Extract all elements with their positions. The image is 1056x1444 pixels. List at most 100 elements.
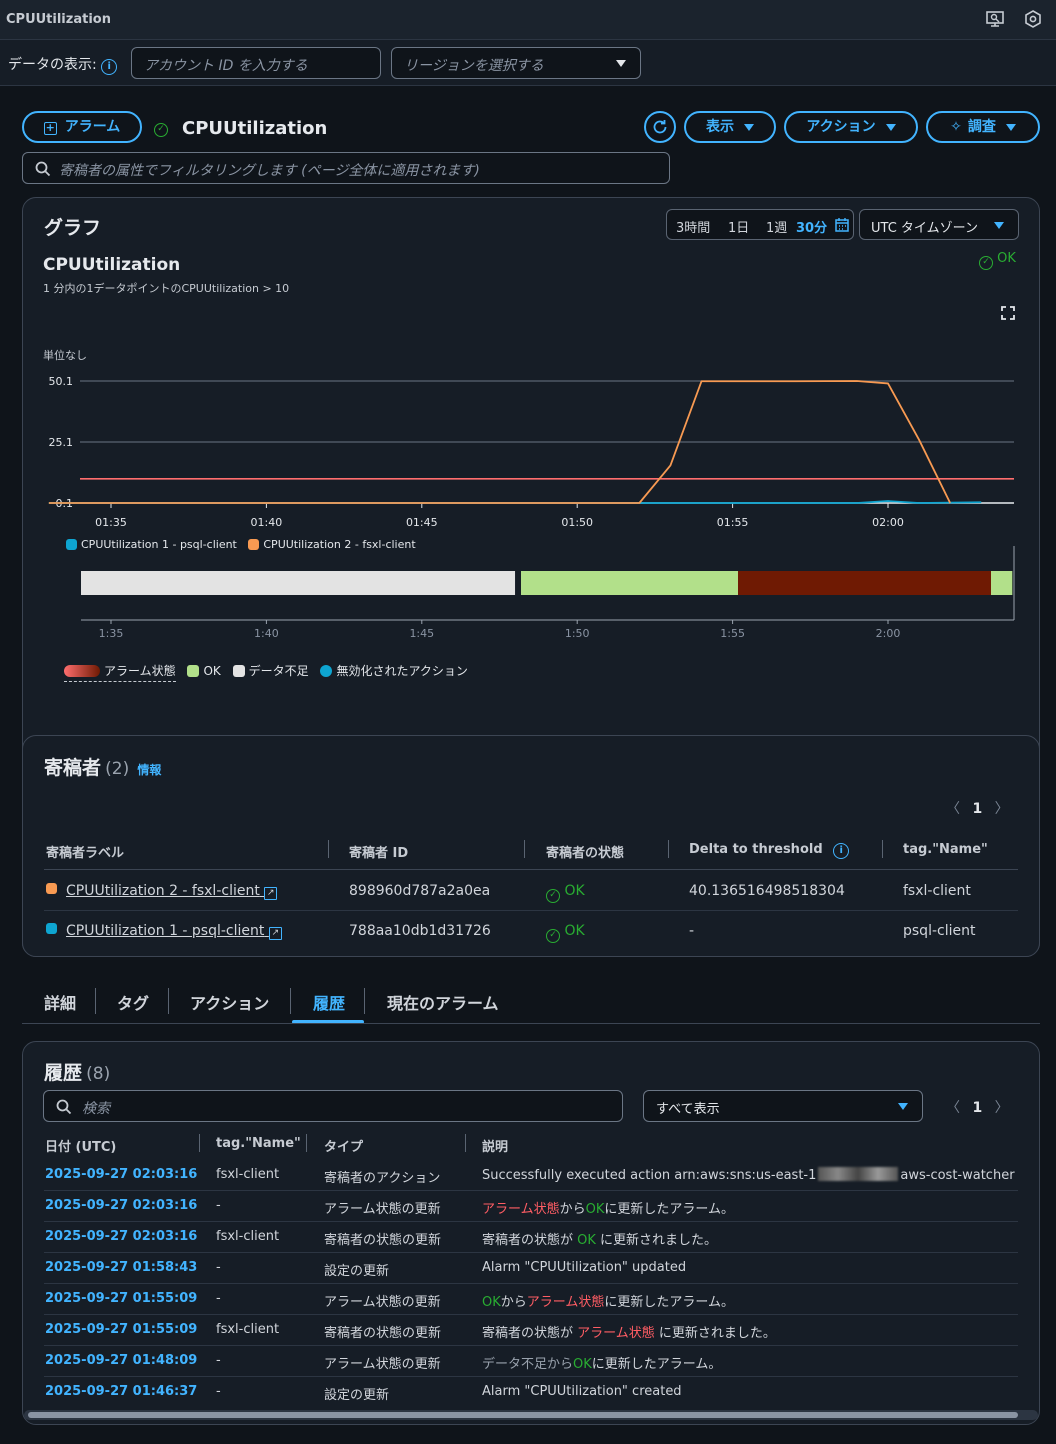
alarm-button[interactable]: + アラーム bbox=[22, 111, 142, 143]
row-divider bbox=[44, 1314, 1018, 1315]
description-part: 寄稿者の状態が bbox=[482, 1326, 578, 1341]
external-link-icon: ↗ bbox=[264, 887, 278, 900]
row-divider bbox=[44, 1190, 1018, 1191]
series-swatch bbox=[46, 923, 57, 934]
region-select[interactable]: リージョンを選択する bbox=[391, 47, 641, 79]
graph-heading: グラフ bbox=[44, 217, 102, 239]
next-page-icon[interactable]: 〉 bbox=[995, 1100, 1009, 1116]
x-tick-label: 01:35 bbox=[95, 516, 127, 529]
next-page-icon[interactable]: 〉 bbox=[995, 801, 1009, 817]
col-type[interactable]: タイプ bbox=[324, 1136, 363, 1155]
legend-insufficient: データ不足 bbox=[232, 664, 309, 678]
history-type: アラーム状態の更新 bbox=[324, 1357, 441, 1372]
range-3h[interactable]: 3時間 bbox=[676, 217, 710, 236]
column-divider bbox=[465, 1134, 466, 1152]
x-tick-label: 01:45 bbox=[406, 516, 438, 529]
tab-details[interactable]: 詳細 bbox=[44, 990, 76, 1014]
tab-current-alarms[interactable]: 現在のアラーム bbox=[387, 990, 499, 1014]
col-delta[interactable]: Delta to threshold i bbox=[689, 842, 850, 859]
tab-divider bbox=[168, 988, 169, 1014]
history-filter-select[interactable]: すべて表示 bbox=[643, 1090, 923, 1122]
col-description[interactable]: 説明 bbox=[482, 1136, 508, 1155]
fullscreen-icon[interactable] bbox=[1001, 306, 1015, 320]
description-part: 寄稿者の状態が bbox=[482, 1233, 578, 1248]
external-link-icon: ↗ bbox=[268, 927, 282, 940]
col-tag-name[interactable]: tag."Name" bbox=[216, 1136, 301, 1151]
legend-disabled-actions: 無効化されたアクション bbox=[320, 664, 468, 678]
info-link[interactable]: 情報 bbox=[137, 763, 161, 777]
col-date[interactable]: 日付 (UTC) bbox=[45, 1136, 116, 1155]
history-tag-name: - bbox=[216, 1291, 221, 1306]
monitor-icon[interactable] bbox=[986, 10, 1006, 30]
info-icon[interactable]: i bbox=[833, 843, 850, 859]
alarm-name-title: CPUUtilization bbox=[182, 118, 328, 139]
description-part: から bbox=[500, 1295, 527, 1310]
history-search-input[interactable]: 検索 bbox=[43, 1090, 623, 1122]
x-tick-label: 01:55 bbox=[717, 516, 749, 529]
history-date: 2025-09-27 01:46:37 bbox=[45, 1384, 198, 1399]
line-chart: 50.125.10.101:35 01:40 01:45 01:50 01:55 02:0… bbox=[49, 375, 1014, 529]
state-insufficient bbox=[81, 571, 516, 595]
history-description: Successfully executed action arn:aws:sns… bbox=[482, 1167, 1015, 1183]
data-source-bar: データの表示: i アカウント ID を入力する リージョンを選択する bbox=[0, 40, 1056, 86]
col-contributor-label[interactable]: 寄稿者ラベル bbox=[46, 842, 124, 861]
history-description: 寄稿者の状態が OK に更新されました。 bbox=[482, 1229, 717, 1248]
history-description: アラーム状態からOKに更新したアラーム。 bbox=[482, 1198, 734, 1217]
caret-down-icon bbox=[994, 222, 1004, 229]
timezone-select[interactable]: UTC タイムゾーン bbox=[859, 209, 1019, 240]
account-id-input[interactable]: アカウント ID を入力する bbox=[131, 47, 381, 79]
range-30m[interactable]: 30分 bbox=[796, 217, 827, 236]
prev-page-icon[interactable]: 〈 bbox=[946, 1100, 960, 1116]
description-part: OK bbox=[577, 1233, 596, 1248]
caret-down-icon bbox=[898, 1103, 908, 1110]
history-pagination: 〈 1 〉 bbox=[946, 1100, 1009, 1116]
contributor-filter-input[interactable]: 寄稿者の属性でフィルタリングします (ページ全体に適用されます) bbox=[22, 152, 670, 184]
disabled-actions-swatch bbox=[320, 665, 333, 677]
row-divider bbox=[44, 1252, 1018, 1253]
col-contributor-id[interactable]: 寄稿者 ID bbox=[349, 842, 408, 861]
ok-icon: ✓ bbox=[979, 256, 993, 270]
history-description: OKからアラーム状態に更新したアラーム。 bbox=[482, 1291, 734, 1310]
investigate-dropdown-button[interactable]: ✧ 調査 bbox=[926, 111, 1040, 143]
tab-history[interactable]: 履歴 bbox=[313, 990, 345, 1014]
sparkle-icon: ✧ bbox=[950, 119, 962, 135]
caret-down-icon bbox=[744, 123, 754, 131]
history-tag-name: - bbox=[216, 1384, 221, 1399]
caret-down-icon bbox=[1005, 123, 1016, 131]
alarm-swatch bbox=[64, 665, 100, 677]
settings-icon[interactable] bbox=[1025, 10, 1045, 30]
column-divider bbox=[199, 1134, 200, 1152]
y-axis-unit-label: 単位なし bbox=[43, 349, 87, 362]
x-tick-label: 01:50 bbox=[561, 516, 593, 529]
timeline-tick-label: 2:00 bbox=[876, 627, 901, 640]
contributor-link[interactable]: CPUUtilization 2 - fsxl-client ↗ bbox=[66, 883, 278, 900]
scrollbar-thumb[interactable] bbox=[28, 1412, 1018, 1418]
contributor-link[interactable]: CPUUtilization 1 - psql-client ↗ bbox=[66, 923, 282, 940]
tab-actions[interactable]: アクション bbox=[190, 990, 269, 1014]
redacted-blur bbox=[818, 1167, 899, 1181]
tab-divider bbox=[364, 988, 365, 1014]
history-type: 寄稿者のアクション bbox=[324, 1171, 441, 1186]
refresh-icon bbox=[653, 120, 667, 134]
info-icon[interactable]: i bbox=[101, 59, 118, 75]
refresh-button[interactable] bbox=[644, 111, 676, 143]
range-1d[interactable]: 1日 bbox=[728, 217, 749, 236]
timeline-tick-label: 1:50 bbox=[565, 627, 590, 640]
col-tag-name[interactable]: tag."Name" bbox=[903, 842, 988, 857]
col-contributor-state[interactable]: 寄稿者の状態 bbox=[546, 842, 624, 861]
history-tag-name: - bbox=[216, 1260, 221, 1275]
x-tick-label: 02:00 bbox=[872, 516, 904, 529]
horizontal-scrollbar[interactable] bbox=[24, 1410, 1038, 1420]
history-date: 2025-09-27 01:55:09 bbox=[45, 1322, 198, 1337]
action-dropdown-button[interactable]: アクション bbox=[784, 111, 918, 143]
tab-tags[interactable]: タグ bbox=[117, 990, 149, 1014]
range-1w[interactable]: 1週 bbox=[766, 217, 787, 236]
prev-page-icon[interactable]: 〈 bbox=[946, 801, 960, 817]
description-part: に更新したアラーム。 bbox=[591, 1357, 722, 1372]
description-part: アラーム状態 bbox=[577, 1326, 655, 1341]
x-tick-label: 01:40 bbox=[251, 516, 283, 529]
calendar-icon[interactable] bbox=[835, 218, 849, 232]
description-part: OK bbox=[573, 1357, 592, 1372]
view-dropdown-button[interactable]: 表示 bbox=[684, 111, 776, 143]
ok-icon: ✓ bbox=[546, 929, 560, 943]
